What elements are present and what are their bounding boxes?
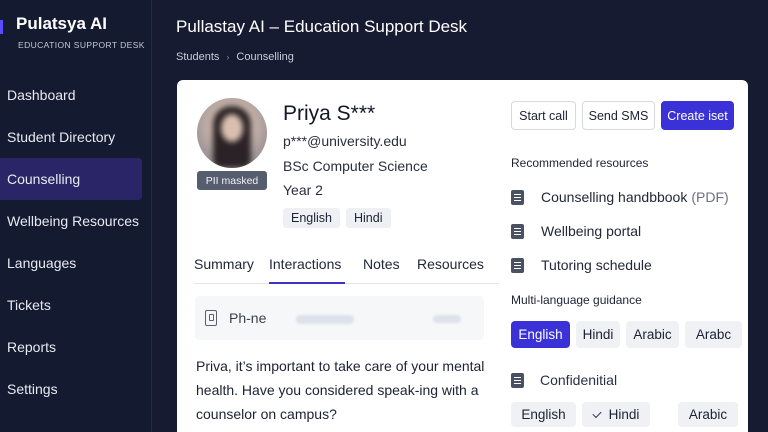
confidential-language-pills: English Hindi Arabic bbox=[511, 402, 738, 427]
calendar-icon bbox=[511, 257, 524, 273]
phone-icon bbox=[205, 310, 217, 326]
create-button[interactable]: Create iset bbox=[661, 101, 734, 130]
brand-title: Pulatsya AI bbox=[16, 14, 108, 33]
resource-list: Counselling handbbook (PDF) Wellbeing po… bbox=[511, 180, 729, 282]
start-call-button[interactable]: Start call bbox=[511, 101, 576, 130]
language-tag: Hindi bbox=[346, 208, 391, 228]
student-program: BSc Computer Science bbox=[283, 158, 428, 174]
sidebar-item-dashboard[interactable]: Dashboard bbox=[0, 74, 152, 116]
tab-notes[interactable]: Notes bbox=[363, 252, 417, 283]
language-tag: English bbox=[283, 208, 340, 228]
phone-label: Ph-ne bbox=[229, 310, 267, 326]
document-icon bbox=[511, 223, 524, 239]
sidebar-item-tickets[interactable]: Tickets bbox=[0, 284, 152, 326]
interaction-message: Priva, it’s important to take care of yo… bbox=[196, 358, 485, 422]
confidential-language-arabic[interactable]: Arabic bbox=[678, 402, 738, 427]
page-title: Pullastay AI – Education Support Desk bbox=[176, 17, 468, 36]
sidebar-item-languages[interactable]: Languages bbox=[0, 242, 152, 284]
confidential-row: Confidenitial bbox=[511, 372, 617, 388]
confidential-language-english[interactable]: English bbox=[511, 402, 576, 427]
resource-label: Counselling handbbook bbox=[541, 189, 688, 205]
checkmark-icon bbox=[592, 408, 602, 418]
student-year: Year 2 bbox=[283, 182, 323, 198]
tab-resources[interactable]: Resources bbox=[417, 252, 499, 283]
confidential-language-hindi-label: Hindi bbox=[608, 407, 640, 422]
breadcrumb-counselling[interactable]: Counselling bbox=[236, 51, 293, 63]
guidance-language-english[interactable]: English bbox=[511, 321, 570, 348]
sidebar: Pulatsya AI EDUCATION SUPPORT DESK Dashb… bbox=[0, 0, 152, 432]
action-buttons: Start call Send SMS Create iset bbox=[511, 101, 734, 130]
resource-counselling-handbook[interactable]: Counselling handbbook (PDF) bbox=[511, 180, 729, 214]
sidebar-item-student-directory[interactable]: Student Directory bbox=[0, 116, 152, 158]
sidebar-item-settings[interactable]: Settings bbox=[0, 368, 152, 410]
pii-masked-badge: PII masked bbox=[197, 171, 267, 190]
resource-label: Tutoring schedule bbox=[541, 257, 652, 273]
resource-label: Wellbeing portal bbox=[541, 223, 642, 239]
phone-interaction-row[interactable]: Ph-ne bbox=[195, 296, 484, 340]
student-card: PII masked Priya S*** p***@university.ed… bbox=[177, 80, 748, 432]
masked-timestamp bbox=[433, 315, 461, 323]
brand-subtitle: EDUCATION SUPPORT DESK bbox=[18, 40, 145, 50]
confidential-language-hindi[interactable]: Hindi bbox=[582, 402, 650, 427]
resource-tutoring-schedule[interactable]: Tutoring schedule bbox=[511, 248, 729, 282]
document-icon bbox=[511, 372, 524, 388]
guidance-language-pills: English Hindi Arabic Arabc bbox=[511, 321, 742, 348]
sidebar-item-wellbeing-resources[interactable]: Wellbeing Resources bbox=[0, 200, 152, 242]
send-sms-button[interactable]: Send SMS bbox=[582, 101, 655, 130]
recommended-resources-title: Recommended resources bbox=[511, 156, 649, 170]
sidebar-item-reports[interactable]: Reports bbox=[0, 326, 152, 368]
guidance-language-hindi[interactable]: Hindi bbox=[576, 321, 620, 348]
guidance-language-arabc[interactable]: Arabc bbox=[685, 321, 742, 348]
breadcrumb: Students › Counselling bbox=[176, 51, 294, 63]
student-email: p***@university.edu bbox=[283, 133, 407, 149]
resource-suffix: (PDF) bbox=[691, 189, 729, 205]
tab-summary[interactable]: Summary bbox=[194, 252, 269, 283]
student-name: Priya S*** bbox=[283, 102, 376, 125]
masked-phone-number bbox=[296, 315, 354, 324]
breadcrumb-separator-icon: › bbox=[226, 52, 230, 62]
tab-interactions[interactable]: Interactions bbox=[269, 252, 363, 284]
guidance-language-arabic[interactable]: Arabic bbox=[626, 321, 679, 348]
document-icon bbox=[511, 189, 524, 205]
brand-accent-bar bbox=[0, 20, 3, 34]
student-language-tags: English Hindi bbox=[283, 208, 391, 228]
resource-wellbeing-portal[interactable]: Wellbeing portal bbox=[511, 214, 729, 248]
sidebar-item-counselling[interactable]: Counselling bbox=[0, 158, 142, 200]
breadcrumb-students[interactable]: Students bbox=[176, 51, 219, 63]
confidential-label: Confidenitial bbox=[540, 372, 618, 388]
multi-language-guidance-title: Multi-language guidance bbox=[511, 293, 642, 307]
tabs: Summary Interactions Notes Resources bbox=[194, 252, 499, 284]
avatar bbox=[197, 98, 267, 168]
sidebar-nav: Dashboard Student Directory Counselling … bbox=[0, 74, 152, 410]
